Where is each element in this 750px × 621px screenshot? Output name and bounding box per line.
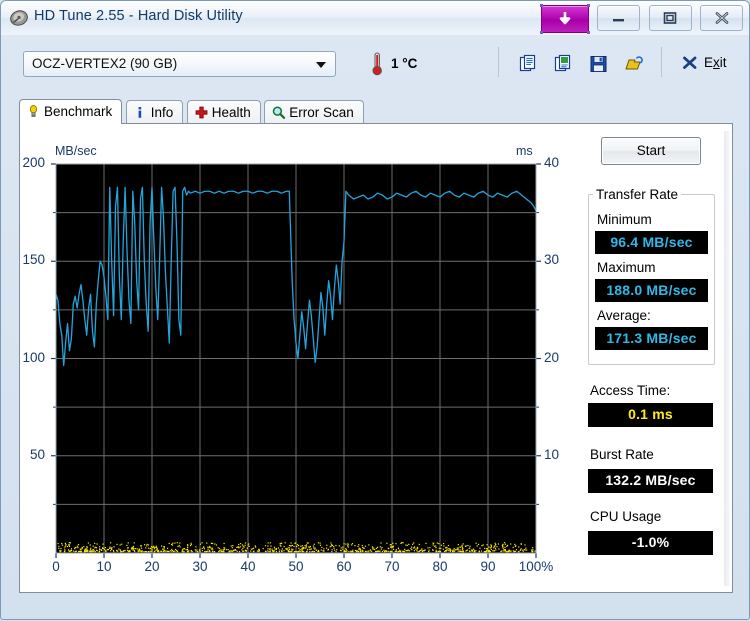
lightbulb-icon [26,104,41,119]
panel-divider [724,131,730,586]
tab-benchmark[interactable]: Benchmark [19,99,123,124]
cpu-usage-value: -1.0% [588,531,713,555]
burst-rate-label: Burst Rate [590,447,654,462]
y2-axis-tick-label: 40 [544,155,560,170]
minimum-label: Minimum [597,212,652,227]
maximum-value: 188.0 MB/sec [595,279,708,302]
x-axis-tick-label: 90 [480,559,496,574]
hd-tune-window: HD Tune 2.55 - Hard Disk Utility OCZ-VER… [0,0,750,620]
x-axis-tick-label: 100% [518,559,554,574]
x-axis-tick-label: 50 [288,559,304,574]
y2-axis-tick-label: 20 [544,349,560,365]
y-axis-tick-label: 150 [22,252,45,268]
start-button[interactable]: Start [601,137,701,165]
y2-axis-tick-label: 10 [544,446,560,462]
x-axis-tick-label: 40 [240,559,256,574]
cpu-usage-label: CPU Usage [590,509,662,524]
x-axis-tick-label: 0 [52,559,60,574]
benchmark-chart [1,1,563,558]
x-axis-tick-label: 10 [96,559,112,574]
transfer-rate-group-title: Transfer Rate [593,187,682,202]
y-axis-tick-label: 100 [22,349,45,365]
y2-axis-tick-label: 30 [544,252,560,268]
x-axis-tick-label: 70 [384,559,400,574]
x-axis-tick-label: 30 [192,559,208,574]
x-axis-tick-label: 80 [432,559,448,574]
tab-benchmark-label: Benchmark [44,104,113,119]
access-time-label: Access Time: [590,383,671,398]
y2-axis-title: ms [516,144,533,158]
x-axis-tick-label: 60 [336,559,352,574]
y-axis-tick-label: 50 [29,446,45,462]
y-axis-tick-label: 200 [22,155,45,170]
y-axis-title: MB/sec [55,144,97,158]
minimum-value: 96.4 MB/sec [595,231,708,254]
burst-rate-value: 132.2 MB/sec [588,469,713,493]
average-label: Average: [597,308,651,323]
access-time-value: 0.1 ms [588,403,713,427]
maximum-label: Maximum [597,260,656,275]
average-value: 171.3 MB/sec [595,327,708,350]
x-axis-tick-label: 20 [144,559,160,574]
